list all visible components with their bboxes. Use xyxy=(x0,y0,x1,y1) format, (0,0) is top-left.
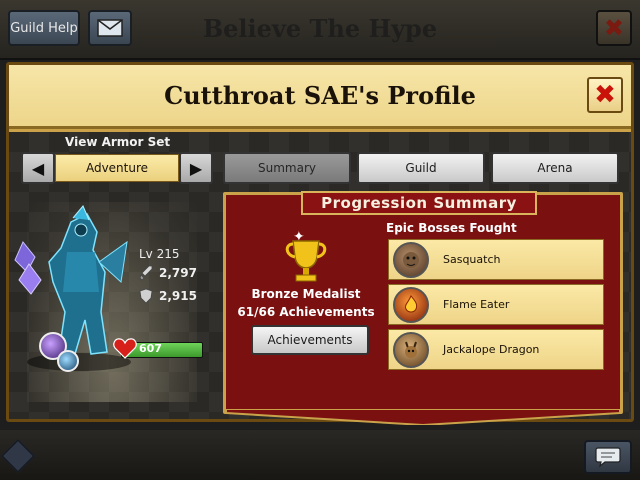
achievements-button[interactable]: Achievements xyxy=(251,325,369,355)
close-icon: ✖ xyxy=(594,80,616,110)
shield-icon xyxy=(139,288,153,304)
element-orb-icon xyxy=(57,350,79,372)
profile-modal: Cutthroat SAE's Profile ✖ View Armor Set… xyxy=(6,62,634,425)
heart-icon xyxy=(113,338,137,359)
boss-name: Flame Eater xyxy=(443,298,510,311)
hp-value: 607 xyxy=(139,342,162,355)
progression-title: Progression Summary xyxy=(321,194,517,212)
modal-close-button[interactable]: ✖ xyxy=(587,77,623,113)
close-icon: ✖ xyxy=(603,14,625,42)
character-level: Lv 215 xyxy=(139,247,180,261)
armor-next-button[interactable]: ▶ xyxy=(179,152,213,184)
attack-value: 2,797 xyxy=(159,266,197,280)
progression-panel: Progression Summary ✦ Bronze Medalist 61… xyxy=(223,191,623,425)
flame-eater-icon xyxy=(393,286,429,323)
sasquatch-icon xyxy=(393,241,429,278)
guild-title: Believe The Hype xyxy=(202,14,438,43)
tab-arena[interactable]: Arena xyxy=(491,152,619,184)
tab-guild[interactable]: Guild xyxy=(357,152,485,184)
triangle-right-icon: ▶ xyxy=(189,158,203,178)
defense-value: 2,915 xyxy=(159,289,197,303)
top-close-button[interactable]: ✖ xyxy=(596,10,632,46)
panel-bottom-trim xyxy=(226,409,620,425)
armor-set-label: View Armor Set xyxy=(65,135,171,149)
modal-header: Cutthroat SAE's Profile ✖ xyxy=(9,65,631,129)
armor-set-value: Adventure xyxy=(55,154,179,182)
chat-bubble-icon xyxy=(595,447,621,468)
sword-icon xyxy=(139,265,153,281)
medal-label: Bronze Medalist xyxy=(251,287,361,301)
boss-item-flame-eater[interactable]: Flame Eater xyxy=(388,284,604,325)
boss-item-jackalope-dragon[interactable]: Jackalope Dragon xyxy=(388,329,604,370)
boss-list[interactable]: Sasquatch Flame Eater Jackalope Dragon xyxy=(388,239,604,372)
boss-name: Sasquatch xyxy=(443,253,501,266)
modal-title: Cutthroat SAE's Profile xyxy=(164,81,476,110)
bottom-bar xyxy=(0,430,640,480)
progression-title-banner: Progression Summary xyxy=(301,191,537,215)
armor-prev-button[interactable]: ◀ xyxy=(21,152,55,184)
jackalope-dragon-icon xyxy=(393,331,429,368)
modal-body: View Armor Set ◀ Adventure ▶ Summary Gui… xyxy=(9,132,631,425)
tab-summary[interactable]: Summary xyxy=(223,152,351,184)
achievements-count: 61/66 Achievements xyxy=(237,305,375,319)
attack-stat: 2,797 xyxy=(139,265,197,281)
chat-button[interactable] xyxy=(584,440,632,474)
triangle-left-icon: ◀ xyxy=(31,158,45,178)
boss-item-sasquatch[interactable]: Sasquatch xyxy=(388,239,604,280)
boss-name: Jackalope Dragon xyxy=(443,343,540,356)
defense-stat: 2,915 xyxy=(139,288,197,304)
epic-bosses-label: Epic Bosses Fought xyxy=(386,221,517,235)
trophy-icon xyxy=(285,240,327,282)
